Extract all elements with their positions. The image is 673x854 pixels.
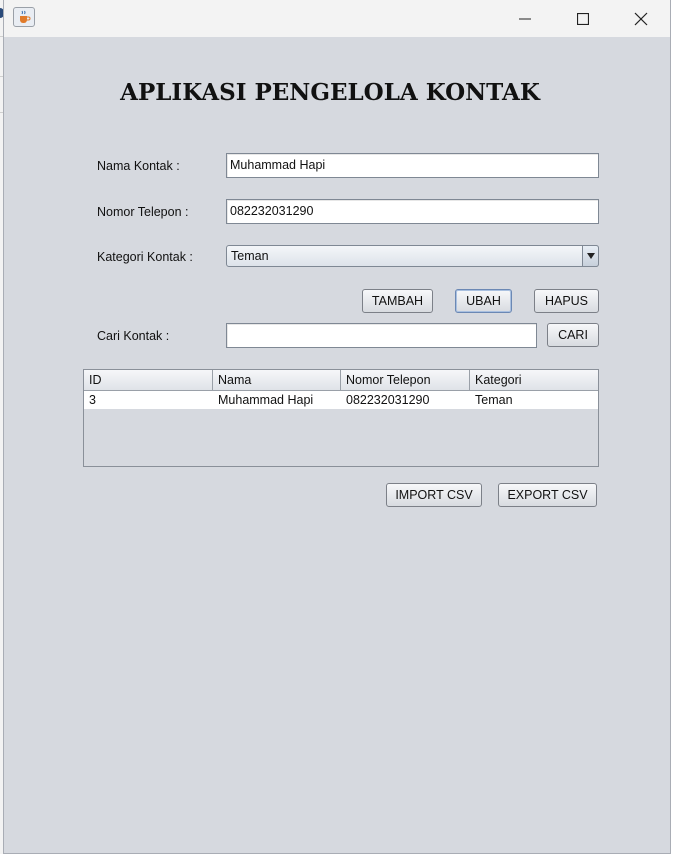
import-csv-button[interactable]: IMPORT CSV [386, 483, 482, 507]
kategori-kontak-label: Kategori Kontak : [97, 250, 193, 264]
nama-kontak-input[interactable]: Muhammad Hapi [226, 153, 599, 178]
column-header-kategori[interactable]: Kategori [470, 370, 599, 391]
cell-nama: Muhammad Hapi [218, 393, 314, 407]
export-csv-button[interactable]: EXPORT CSV [498, 483, 597, 507]
title-bar[interactable] [4, 0, 670, 37]
cell-id: 3 [89, 393, 96, 407]
ubah-button[interactable]: UBAH [455, 289, 512, 313]
cari-kontak-input[interactable] [226, 323, 537, 348]
dropdown-arrow-button[interactable] [582, 245, 599, 267]
nomor-telepon-label: Nomor Telepon : [97, 205, 189, 219]
cell-nomor-telepon: 082232031290 [346, 393, 430, 407]
cari-button[interactable]: CARI [547, 323, 599, 347]
kategori-kontak-select[interactable]: Teman [226, 245, 599, 267]
contacts-table: ID Nama Nomor Telepon Kategori 3 Muhamma… [83, 369, 599, 467]
close-icon [634, 12, 648, 25]
column-header-nama[interactable]: Nama [213, 370, 341, 391]
cari-kontak-label: Cari Kontak : [97, 329, 170, 343]
nomor-telepon-input[interactable]: 082232031290 [226, 199, 599, 224]
kategori-selected-value: Teman [231, 249, 269, 263]
java-cup-icon[interactable] [13, 7, 35, 27]
hapus-button[interactable]: HAPUS [534, 289, 599, 313]
column-header-nomor-telepon[interactable]: Nomor Telepon [341, 370, 470, 391]
close-button[interactable] [612, 0, 670, 37]
table-row[interactable]: 3 Muhammad Hapi 082232031290 Teman [84, 391, 598, 409]
minimize-icon [519, 18, 531, 19]
tambah-button[interactable]: TAMBAH [362, 289, 433, 313]
cell-kategori: Teman [475, 393, 513, 407]
column-header-id[interactable]: ID [84, 370, 213, 391]
table-header: ID Nama Nomor Telepon Kategori [84, 370, 598, 391]
app-window: APLIKASI PENGELOLA KONTAK Nama Kontak : … [3, 0, 671, 854]
minimize-button[interactable] [496, 0, 554, 37]
page-title: APLIKASI PENGELOLA KONTAK [120, 79, 540, 106]
chevron-down-icon [587, 253, 595, 259]
nama-kontak-label: Nama Kontak : [97, 159, 180, 173]
maximize-button[interactable] [554, 0, 612, 37]
maximize-icon [577, 12, 589, 25]
